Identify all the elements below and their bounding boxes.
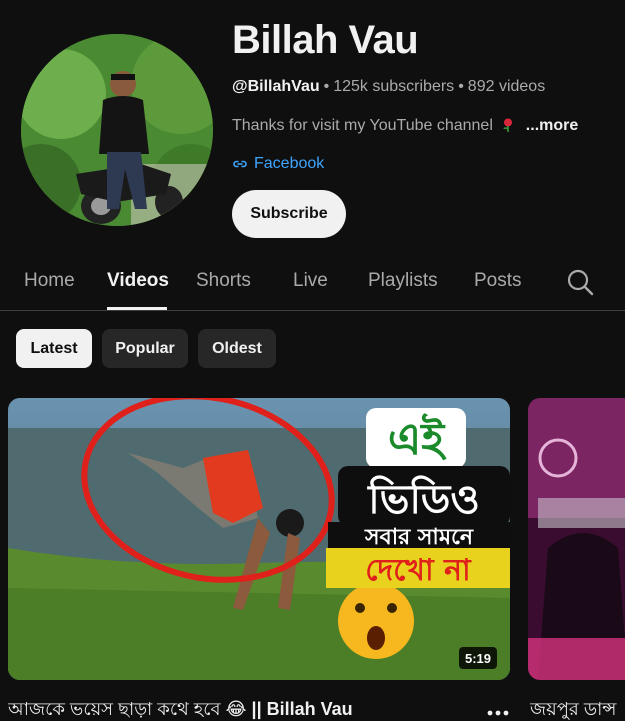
subscriber-count: 125k subscribers: [333, 78, 455, 95]
tab-posts[interactable]: Posts: [474, 270, 522, 292]
thumbnail-text-1: এই: [388, 413, 447, 465]
channel-handle: @BillahVau: [232, 78, 320, 95]
video-title-text: আজকে ভয়েস ছাড়া কথে হবে: [8, 699, 221, 719]
video-title[interactable]: আজকে ভয়েস ছাড়া কথে হবে 😂 || Billah Vau: [8, 695, 478, 721]
video-count: 892 videos: [467, 78, 546, 95]
link-icon: [233, 160, 247, 168]
facebook-link[interactable]: Facebook: [232, 155, 324, 173]
more-vert-icon[interactable]: [486, 700, 510, 720]
channel-tabs: Home Videos Shorts Live Playlists Posts: [0, 253, 625, 311]
thumbnail-text-3: সবার সামনে: [364, 525, 474, 550]
subscribe-button[interactable]: Subscribe: [232, 190, 346, 238]
channel-description[interactable]: Thanks for visit my YouTube channel ...m…: [232, 117, 578, 135]
channel-meta: @BillahVau • 125k subscribers • 892 videos: [232, 78, 545, 96]
thumbnail-text-2: ভিডিও: [366, 475, 480, 523]
video-duration: 5:19: [459, 647, 498, 669]
search-icon[interactable]: [566, 268, 594, 296]
tab-playlists[interactable]: Playlists: [368, 270, 438, 292]
channel-avatar[interactable]: [21, 34, 213, 226]
video-title-emoji: 😂: [225, 699, 247, 719]
facebook-link-label: Facebook: [254, 155, 325, 172]
description-text: Thanks for visit my YouTube channel: [232, 117, 493, 134]
meta-separator: •: [323, 78, 330, 95]
filter-chip-popular[interactable]: Popular: [102, 329, 188, 368]
video-title-suffix: || Billah Vau: [251, 699, 353, 719]
thumbnail-image: এই ভিডিও সবার সামনে দেখো না: [8, 398, 510, 680]
tab-live[interactable]: Live: [293, 270, 328, 292]
channel-name: Billah Vau: [232, 18, 419, 62]
rose-icon: [503, 118, 513, 132]
filter-chip-latest[interactable]: Latest: [16, 329, 92, 368]
tab-videos[interactable]: Videos: [107, 270, 169, 292]
description-more-button[interactable]: ...more: [526, 117, 578, 134]
video-thumbnail[interactable]: এই ভিডিও সবার সামনে দেখো না: [8, 398, 510, 680]
thumbnail-text-4: দেখো না: [365, 553, 472, 588]
active-tab-indicator: [107, 307, 167, 310]
meta-separator: •: [458, 78, 464, 95]
tab-home[interactable]: Home: [24, 270, 75, 292]
avatar-photo: [21, 34, 213, 226]
video-thumbnail[interactable]: [528, 398, 625, 680]
tab-shorts[interactable]: Shorts: [196, 270, 251, 292]
filter-chip-oldest[interactable]: Oldest: [198, 329, 276, 368]
thumbnail-image: [528, 398, 625, 680]
video-title[interactable]: জয়পুর ডান্স: [530, 695, 625, 721]
